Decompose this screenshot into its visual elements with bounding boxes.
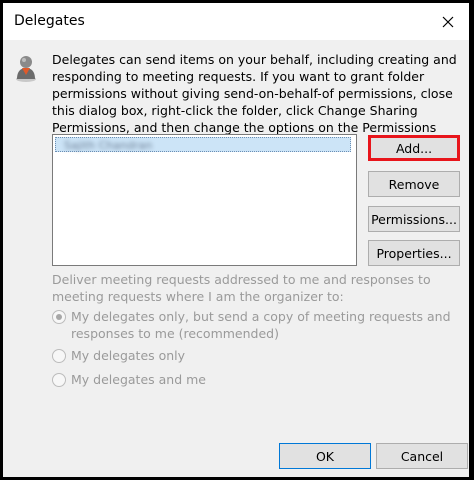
radio-button[interactable] (52, 349, 66, 363)
window-title: Delegates (14, 13, 85, 29)
radio-label: My delegates only, but send a copy of me… (71, 309, 451, 341)
close-button[interactable] (435, 9, 461, 35)
ok-button[interactable]: OK (279, 443, 371, 469)
person-icon (16, 56, 36, 82)
delegate-name: Sajith Chandran (64, 139, 153, 152)
radio-button[interactable] (52, 373, 66, 387)
radio-option-delegates-and-me[interactable]: My delegates and me (52, 371, 206, 388)
permissions-button[interactable]: Permissions... (368, 206, 460, 232)
remove-button[interactable]: Remove (368, 171, 460, 197)
radio-label: My delegates and me (71, 372, 206, 387)
radio-selected-dot (56, 314, 62, 320)
list-item[interactable]: Sajith Chandran (55, 137, 351, 152)
close-icon (442, 16, 454, 28)
radio-option-delegates-copy[interactable]: My delegates only, but send a copy of me… (52, 308, 452, 342)
radio-button[interactable] (52, 310, 66, 324)
delegates-dialog: Delegates Delegates can send items on yo… (3, 3, 469, 477)
cancel-button[interactable]: Cancel (376, 443, 468, 469)
deliver-description: Deliver meeting requests addressed to me… (52, 272, 431, 304)
radio-option-delegates-only[interactable]: My delegates only (52, 347, 185, 364)
title-bar: Delegates (3, 3, 469, 40)
add-button[interactable]: Add... (368, 135, 460, 161)
delegates-listbox[interactable]: Sajith Chandran (52, 134, 357, 266)
properties-button[interactable]: Properties... (368, 240, 460, 266)
radio-label: My delegates only (71, 348, 186, 363)
